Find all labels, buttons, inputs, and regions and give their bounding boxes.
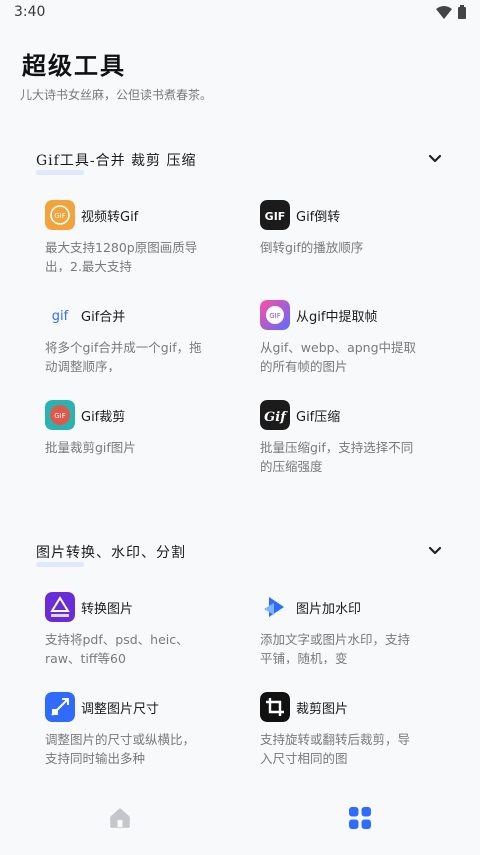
- gif-compress-icon: Gif: [260, 400, 290, 430]
- tool-desc: 添加文字或图片水印，支持平铺，随机，变: [260, 632, 411, 664]
- battery-icon: [458, 5, 466, 19]
- status-bar: 3:40: [0, 0, 480, 26]
- section-title-underline: [36, 562, 84, 567]
- section-title: 图片转换、水印、分割: [36, 545, 186, 561]
- tool-desc: 将多个gif合并成一个gif，拖动调整顺序，: [45, 340, 202, 372]
- tool-convert-image[interactable]: 转换图片 支持将pdf、psd、heic、raw、tiff等60: [45, 592, 215, 672]
- bottom-navigation: [0, 790, 480, 850]
- tool-name: 图片加水印: [296, 602, 362, 617]
- gif-crop-icon: GIF: [45, 400, 75, 430]
- tool-name: Gif裁剪: [81, 410, 126, 425]
- tool-name: 从gif中提取帧: [296, 310, 378, 325]
- apps-grid-icon[interactable]: [348, 806, 372, 830]
- svg-text:Gif: Gif: [264, 410, 288, 425]
- section-header[interactable]: 图片转换、水印、分割: [0, 538, 480, 568]
- tool-extract-frames[interactable]: GIF 从gif中提取帧 从gif、webp、apng中提取的所有帧的图片: [260, 300, 430, 380]
- watermark-icon: [260, 592, 290, 622]
- chevron-down-icon[interactable]: [426, 542, 444, 560]
- tool-gif-merge[interactable]: gif Gif合并 将多个gif合并成一个gif，拖动调整顺序，: [45, 300, 215, 380]
- svg-text:GIF: GIF: [54, 212, 66, 220]
- tool-desc: 从gif、webp、apng中提取的所有帧的图片: [260, 340, 417, 372]
- status-time: 3:40: [14, 4, 46, 20]
- extract-frames-icon: GIF: [260, 300, 290, 330]
- svg-text:GIF: GIF: [54, 412, 66, 420]
- page-title: 超级工具: [22, 51, 126, 80]
- tool-watermark[interactable]: 图片加水印 添加文字或图片水印，支持平铺，随机，变: [260, 592, 430, 672]
- tool-name: 视频转Gif: [81, 210, 139, 225]
- wifi-icon: [436, 5, 452, 19]
- tool-name: 转换图片: [81, 602, 134, 617]
- tool-name: 调整图片尺寸: [81, 702, 160, 717]
- tool-crop-image[interactable]: 裁剪图片 支持旋转或翻转后裁剪，导入尺寸相同的图: [260, 692, 430, 772]
- section-image-tools: 图片转换、水印、分割: [0, 538, 480, 568]
- tool-gif-reverse[interactable]: GIF Gif倒转 倒转gif的播放顺序: [260, 200, 430, 280]
- video-to-gif-icon: GIF: [45, 200, 75, 230]
- gif-reverse-icon: GIF: [260, 200, 290, 230]
- tool-desc: 最大支持1280p原图画质导出，2.最大支持: [45, 240, 198, 272]
- svg-text:gif: gif: [52, 309, 69, 324]
- tool-name: Gif合并: [81, 310, 126, 325]
- tool-desc: 调整图片的尺寸或纵横比，支持同时输出多种: [45, 732, 196, 764]
- tool-name: Gif压缩: [296, 410, 341, 425]
- tool-desc: 支持将pdf、psd、heic、raw、tiff等60: [45, 632, 189, 664]
- tool-desc: 倒转gif的播放顺序: [260, 240, 364, 255]
- tool-desc: 支持旋转或翻转后裁剪，导入尺寸相同的图: [260, 732, 411, 764]
- status-icons: [436, 5, 466, 19]
- home-icon[interactable]: [108, 806, 132, 830]
- svg-text:GIF: GIF: [265, 210, 286, 223]
- tool-desc: 批量压缩gif，支持选择不同的压缩强度: [260, 440, 414, 472]
- tool-resize-image[interactable]: 调整图片尺寸 调整图片的尺寸或纵横比，支持同时输出多种: [45, 692, 215, 772]
- convert-image-icon: [45, 592, 75, 622]
- chevron-down-icon[interactable]: [426, 150, 444, 168]
- svg-text:GIF: GIF: [269, 312, 281, 320]
- tool-gif-compress[interactable]: Gif Gif压缩 批量压缩gif，支持选择不同的压缩强度: [260, 400, 430, 480]
- tool-name: 裁剪图片: [296, 702, 349, 717]
- gif-merge-icon: gif: [45, 300, 75, 330]
- section-header[interactable]: Gif工具-合并 裁剪 压缩: [0, 146, 480, 176]
- tool-name: Gif倒转: [296, 210, 341, 225]
- resize-image-icon: [45, 692, 75, 722]
- page-subtitle: 儿大诗书女丝麻，公但读书煮春茶。: [20, 88, 213, 102]
- tool-video-to-gif[interactable]: GIF 视频转Gif 最大支持1280p原图画质导出，2.最大支持: [45, 200, 215, 280]
- crop-image-icon: [260, 692, 290, 722]
- section-title-underline: [36, 170, 84, 175]
- tool-gif-crop[interactable]: GIF Gif裁剪 批量裁剪gif图片: [45, 400, 215, 480]
- section-title: Gif工具-合并 裁剪 压缩: [36, 153, 197, 169]
- tool-desc: 批量裁剪gif图片: [45, 440, 136, 455]
- section-gif-tools: Gif工具-合并 裁剪 压缩: [0, 146, 480, 176]
